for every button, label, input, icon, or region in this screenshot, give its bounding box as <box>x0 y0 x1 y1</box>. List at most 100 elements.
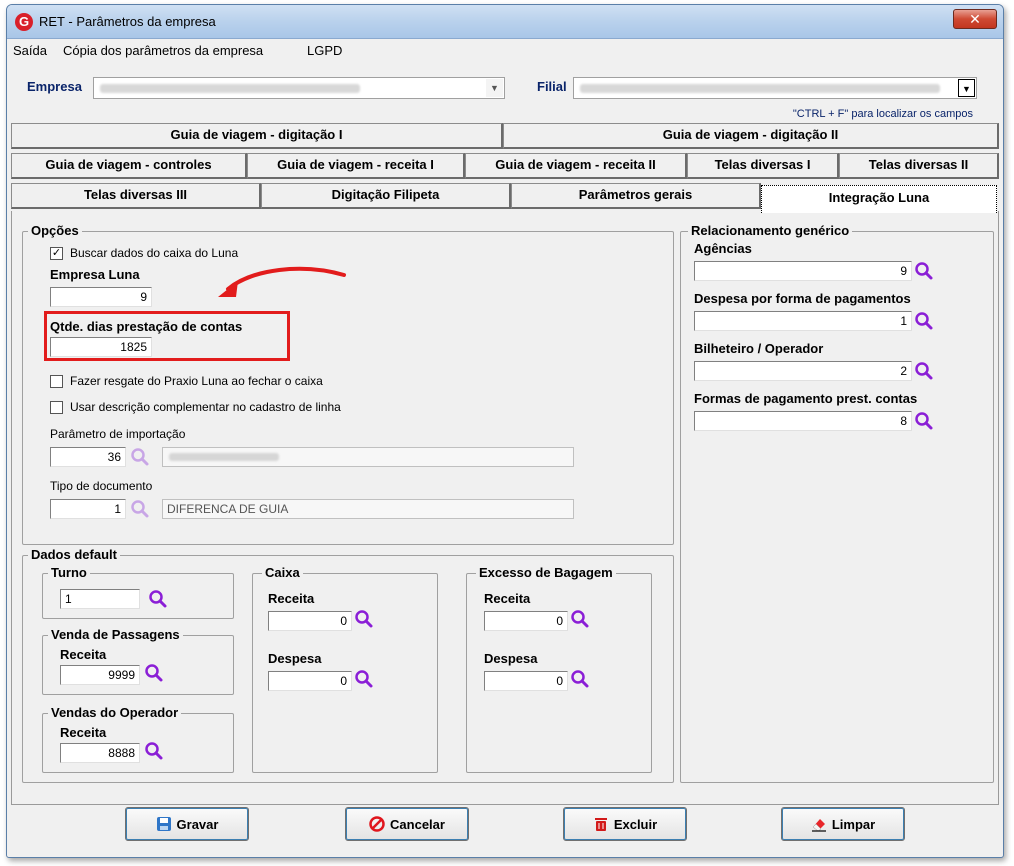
excluir-button[interactable]: Excluir <box>563 807 687 841</box>
limpar-label: Limpar <box>831 816 876 832</box>
excesso-despesa-label: Despesa <box>484 651 538 666</box>
resgate-label: Fazer resgate do Praxio Luna ao fechar o… <box>70 374 323 388</box>
tab-telas-diversas-1[interactable]: Telas diversas I <box>687 153 839 179</box>
search-icon[interactable] <box>148 589 168 609</box>
empresa-value-redacted <box>100 84 360 93</box>
gravar-button[interactable]: Gravar <box>125 807 249 841</box>
excesso-despesa-input[interactable]: 0 <box>484 671 568 691</box>
search-icon[interactable] <box>914 361 934 381</box>
search-icon[interactable] <box>144 741 164 761</box>
tipo-documento-label: Tipo de documento <box>50 479 153 493</box>
cancelar-label: Cancelar <box>390 816 445 832</box>
param-importacao-input[interactable]: 36 <box>50 447 126 467</box>
tab-digitacao-filipeta[interactable]: Digitação Filipeta <box>261 183 511 209</box>
filial-label: Filial <box>537 79 567 94</box>
empresa-luna-input[interactable]: 9 <box>50 287 152 307</box>
empresa-label: Empresa <box>27 79 82 94</box>
window-title: RET - Parâmetros da empresa <box>39 14 216 29</box>
excesso-receita-label: Receita <box>484 591 531 606</box>
tab-integracao-luna[interactable]: Integração Luna <box>761 185 997 213</box>
excesso-bagagem-legend: Excesso de Bagagem <box>476 565 616 580</box>
search-icon[interactable] <box>570 669 590 689</box>
tab-guia-receita-1[interactable]: Guia de viagem - receita I <box>247 153 465 179</box>
venda-passagens-receita-input[interactable]: 9999 <box>60 665 140 685</box>
param-importacao-desc <box>162 447 574 467</box>
search-icon[interactable] <box>354 669 374 689</box>
qtde-dias-input[interactable]: 1825 <box>50 337 152 357</box>
param-importacao-label: Parâmetro de importação <box>50 427 186 441</box>
formas-pagamento-label: Formas de pagamento prest. contas <box>694 391 918 406</box>
empresa-luna-label: Empresa Luna <box>50 267 140 282</box>
main-window: G RET - Parâmetros da empresa ✕ Saída Có… <box>6 4 1004 858</box>
trash-icon <box>594 818 607 831</box>
menu-lgpd[interactable]: LGPD <box>307 43 342 58</box>
caixa-legend: Caixa <box>262 565 303 580</box>
tab-telas-diversas-3[interactable]: Telas diversas III <box>11 183 261 209</box>
vendas-operador-legend: Vendas do Operador <box>48 705 182 720</box>
relacionamento-legend: Relacionamento genérico <box>688 223 853 238</box>
cancel-icon <box>369 816 385 832</box>
vendas-operador-receita-input[interactable]: 8888 <box>60 743 140 763</box>
menu-copia-parametros[interactable]: Cópia dos parâmetros da empresa <box>63 43 263 58</box>
caixa-despesa-input[interactable]: 0 <box>268 671 352 691</box>
tab-guia-digitacao-1[interactable]: Guia de viagem - digitação I <box>11 123 503 149</box>
title-bar: G RET - Parâmetros da empresa ✕ <box>7 5 1003 39</box>
turno-input[interactable]: 1 <box>60 589 140 609</box>
bilheteiro-input[interactable]: 2 <box>694 361 912 381</box>
shortcut-hint: "CTRL + F" para localizar os campos <box>792 108 973 120</box>
cancelar-button[interactable]: Cancelar <box>345 807 469 841</box>
tipo-documento-desc: DIFERENCA DE GUIA <box>162 499 574 519</box>
despesa-forma-input[interactable]: 1 <box>694 311 912 331</box>
tipo-documento-input[interactable]: 1 <box>50 499 126 519</box>
eraser-icon <box>811 819 826 832</box>
tab-panel: Opções ✓ Buscar dados do caixa do Luna E… <box>11 211 999 805</box>
search-icon[interactable] <box>130 447 150 467</box>
search-icon[interactable] <box>130 499 150 519</box>
excluir-label: Excluir <box>613 816 658 832</box>
dados-default-legend: Dados default <box>28 547 120 562</box>
agencias-label: Agências <box>694 241 752 256</box>
tab-parametros-gerais[interactable]: Parâmetros gerais <box>511 183 761 209</box>
search-icon[interactable] <box>144 663 164 683</box>
search-icon[interactable] <box>914 261 934 281</box>
tab-telas-diversas-2[interactable]: Telas diversas II <box>839 153 999 179</box>
descricao-label: Usar descrição complementar no cadastro … <box>70 400 341 414</box>
formas-pagamento-input[interactable]: 8 <box>694 411 912 431</box>
venda-passagens-receita-label: Receita <box>60 647 107 662</box>
close-button[interactable]: ✕ <box>953 9 997 29</box>
tab-guia-receita-2[interactable]: Guia de viagem - receita II <box>465 153 687 179</box>
buscar-checkbox[interactable]: ✓ <box>50 247 63 260</box>
param-importacao-desc-redacted <box>169 453 279 461</box>
chevron-down-icon[interactable]: ▼ <box>486 79 503 97</box>
qtde-dias-label: Qtde. dias prestação de contas <box>50 319 243 334</box>
limpar-button[interactable]: Limpar <box>781 807 905 841</box>
agencias-input[interactable]: 9 <box>694 261 912 281</box>
descricao-checkbox[interactable] <box>50 401 63 414</box>
resgate-checkbox[interactable] <box>50 375 63 388</box>
vendas-operador-receita-label: Receita <box>60 725 107 740</box>
app-logo-icon: G <box>15 13 33 31</box>
filial-combo[interactable]: ▼ <box>573 77 977 99</box>
search-icon[interactable] <box>570 609 590 629</box>
bilheteiro-label: Bilheteiro / Operador <box>694 341 824 356</box>
gravar-label: Gravar <box>176 816 219 832</box>
save-icon <box>156 817 171 831</box>
search-icon[interactable] <box>914 411 934 431</box>
tab-guia-digitacao-2[interactable]: Guia de viagem - digitação II <box>503 123 999 149</box>
menu-saida[interactable]: Saída <box>13 43 47 58</box>
chevron-down-icon[interactable]: ▼ <box>958 79 975 97</box>
caixa-receita-label: Receita <box>268 591 315 606</box>
excesso-receita-input[interactable]: 0 <box>484 611 568 631</box>
empresa-combo[interactable]: ▼ <box>93 77 505 99</box>
despesa-forma-label: Despesa por forma de pagamentos <box>694 291 911 306</box>
turno-legend: Turno <box>48 565 90 580</box>
caixa-receita-input[interactable]: 0 <box>268 611 352 631</box>
search-icon[interactable] <box>914 311 934 331</box>
annotation-arrow-icon <box>218 266 346 297</box>
tab-guia-controles[interactable]: Guia de viagem - controles <box>11 153 247 179</box>
buscar-label: Buscar dados do caixa do Luna <box>70 246 239 260</box>
search-icon[interactable] <box>354 609 374 629</box>
caixa-despesa-label: Despesa <box>268 651 322 666</box>
opcoes-legend: Opções <box>28 223 82 238</box>
menu-bar: Saída Cópia dos parâmetros da empresa LG… <box>7 39 1003 61</box>
